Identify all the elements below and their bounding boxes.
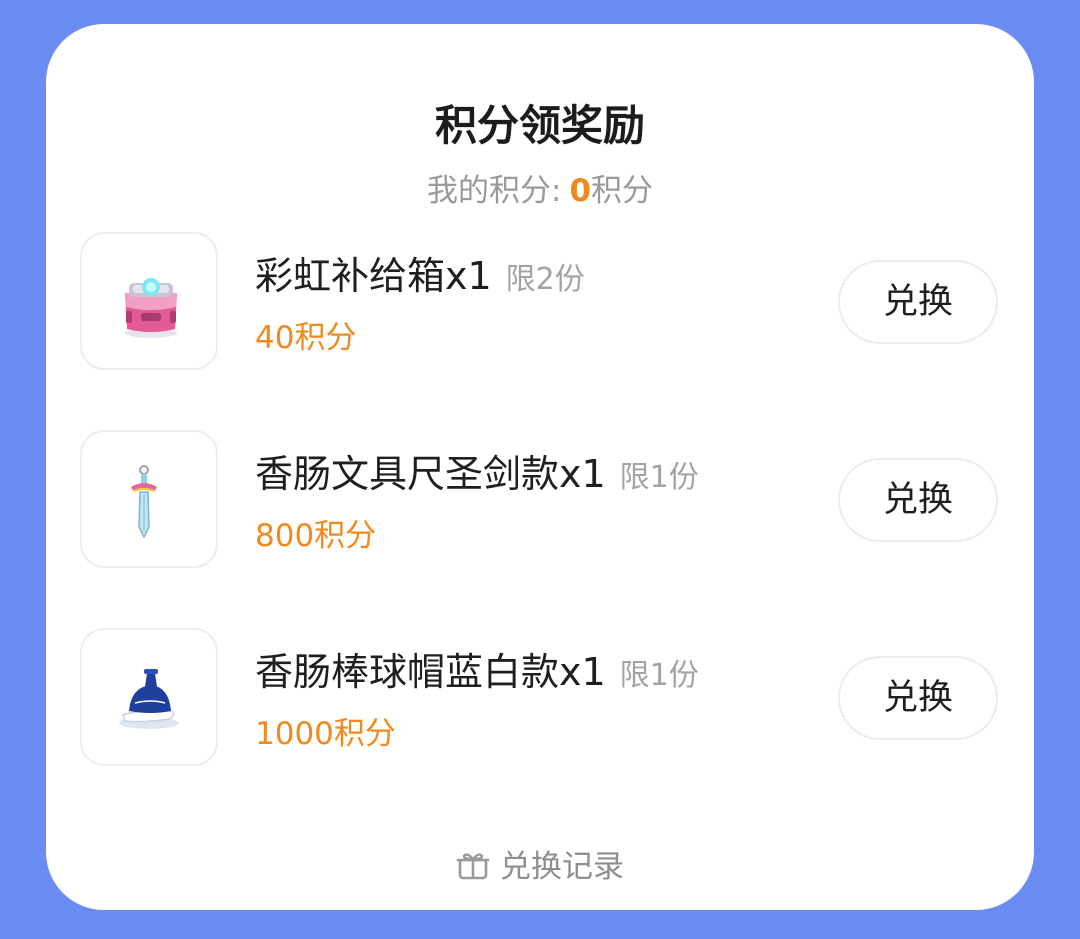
baseball-cap-icon	[119, 669, 179, 729]
item-limit: 限2份	[505, 262, 585, 297]
reward-card: 积分领奖励 我的积分: 0积分 彩虹补给箱x1 限2份 40积分 兑换 香肠文具…	[46, 24, 1034, 910]
points-unit: 积分	[591, 173, 654, 209]
item-thumbnail	[80, 232, 218, 370]
item-cost: 800积分	[255, 518, 377, 554]
reward-item-supply-box: 彩虹补给箱x1 限2份 40积分 兑换	[80, 232, 1000, 372]
sword-ruler-icon	[131, 465, 157, 539]
item-title-row: 香肠棒球帽蓝白款x1 限1份	[255, 646, 699, 706]
item-thumbnail	[80, 430, 218, 568]
points-label: 我的积分:	[426, 173, 562, 209]
item-cost: 1000积分	[255, 716, 396, 752]
my-points: 我的积分: 0积分	[46, 169, 1034, 213]
item-title-row: 彩虹补给箱x1 限2份	[255, 250, 585, 310]
item-limit: 限1份	[619, 658, 699, 693]
reward-item-baseball-cap: 香肠棒球帽蓝白款x1 限1份 1000积分 兑换	[80, 628, 1000, 768]
reward-item-sword-ruler: 香肠文具尺圣剑款x1 限1份 800积分 兑换	[80, 430, 1000, 570]
redeem-history-link[interactable]: 兑换记录	[46, 844, 1034, 890]
item-cost: 40积分	[255, 320, 357, 356]
redeem-button[interactable]: 兑换	[838, 260, 998, 344]
item-name: 香肠文具尺圣剑款x1	[255, 452, 606, 496]
redeem-button[interactable]: 兑换	[838, 458, 998, 542]
page-title: 积分领奖励	[434, 101, 645, 150]
item-name: 香肠棒球帽蓝白款x1	[255, 650, 606, 694]
item-name: 彩虹补给箱x1	[255, 254, 492, 298]
item-title-row: 香肠文具尺圣剑款x1 限1份	[255, 448, 699, 508]
item-limit: 限1份	[619, 460, 699, 495]
redeem-button[interactable]: 兑换	[838, 656, 998, 740]
supply-box-icon	[125, 278, 177, 338]
item-thumbnail	[80, 628, 218, 766]
points-value: 0	[569, 173, 592, 209]
gift-icon	[456, 853, 490, 880]
history-label: 兑换记录	[500, 849, 624, 885]
